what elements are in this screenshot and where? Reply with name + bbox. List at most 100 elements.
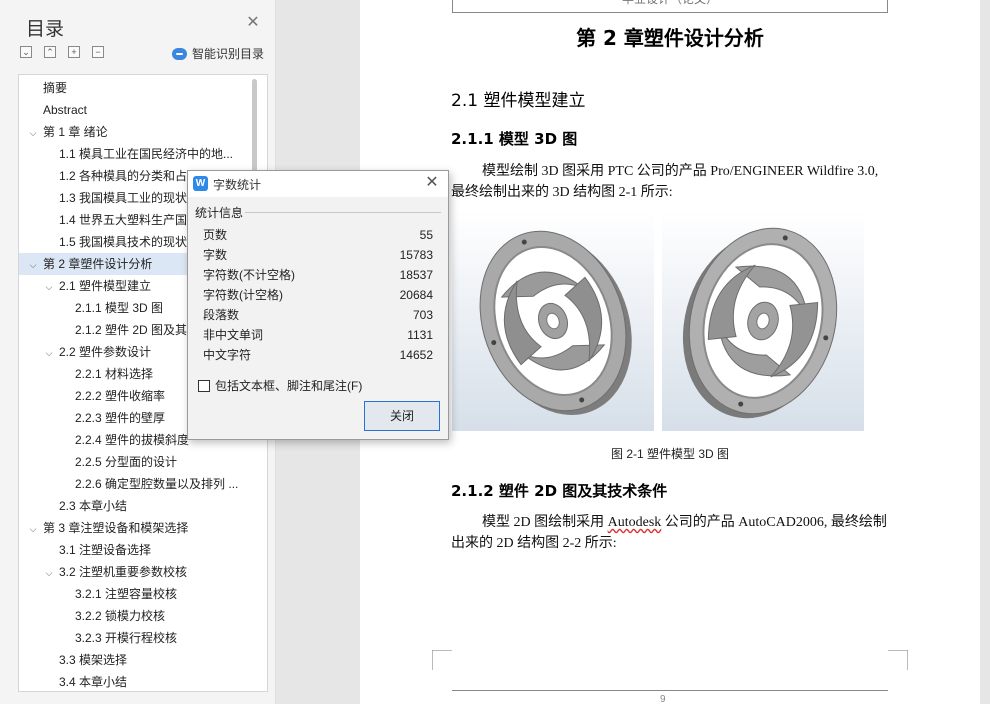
chevron-down-icon[interactable]: ⌵: [43, 562, 55, 584]
toc-item-label: 3.2 注塑机重要参数校核: [59, 565, 188, 579]
chapter-title: 第 2 章塑件设计分析: [576, 26, 764, 50]
page-header: 毕业设计（论文）: [452, 0, 888, 13]
smart-toc-label: 智能识别目录: [192, 47, 265, 61]
chevron-down-icon[interactable]: ⌵: [27, 518, 39, 540]
checkbox-icon[interactable]: [198, 379, 210, 392]
toc-item-label: 2.3 本章小结: [59, 499, 128, 513]
app-logo-icon: W: [193, 176, 208, 191]
add-heading-icon[interactable]: +: [68, 46, 80, 58]
include-textbox-checkbox[interactable]: 包括文本框、脚注和尾注(F): [198, 377, 362, 394]
figure-3d-view-1: [452, 211, 654, 431]
close-icon[interactable]: ✕: [424, 174, 440, 192]
section-heading-2-1: 2.1 塑件模型建立: [451, 91, 586, 111]
figure-3d-view-2: [662, 211, 864, 431]
chevron-down-icon[interactable]: ⌵: [27, 254, 39, 276]
toc-item-label: 2.1.2 塑件 2D 图及其: [75, 323, 188, 337]
section-heading-2-1-2: 2.1.2 塑件 2D 图及其技术条件: [451, 482, 668, 500]
toc-item-label: Abstract: [43, 103, 88, 117]
toc-item-label: 2.1 塑件模型建立: [59, 279, 152, 293]
toc-item-label: 2.2.4 塑件的拔模斜度: [75, 433, 190, 447]
stat-row: 字数 15783: [203, 245, 433, 265]
figure-caption: 图 2-1 塑件模型 3D 图: [610, 447, 730, 461]
toc-item[interactable]: 3.1 注塑设备选择: [19, 539, 255, 561]
stat-value: 14652: [399, 348, 433, 362]
page-number: 9: [660, 694, 666, 704]
stat-label: 页数: [203, 228, 228, 242]
checkbox-label: 包括文本框、脚注和尾注(F): [215, 379, 363, 393]
toc-item-label: 1.2 各种模具的分类和占: [59, 169, 188, 183]
stat-label: 段落数: [203, 308, 240, 322]
stat-label: 非中文单词: [203, 328, 264, 342]
spellcheck-flagged-word[interactable]: Autodesk: [608, 515, 662, 530]
toc-item-label: 2.1.1 模型 3D 图: [75, 301, 164, 315]
toc-item-label: 摘要: [43, 81, 68, 95]
toc-item[interactable]: 2.2.5 分型面的设计: [19, 451, 255, 473]
toc-item-label: 3.2.3 开模行程校核: [75, 631, 178, 645]
stat-value: 1131: [407, 328, 433, 342]
toc-item[interactable]: 3.2.3 开模行程校核: [19, 627, 255, 649]
chevron-down-icon[interactable]: ⌵: [27, 122, 39, 144]
toc-item-label: 3.1 注塑设备选择: [59, 543, 152, 557]
close-button[interactable]: 关闭: [364, 401, 440, 431]
word-count-dialog: W 字数统计 ✕ 统计信息 包括文本框、脚注和尾注(F) 关闭 页数 55 字数 15…: [187, 170, 449, 440]
toc-item-label: 1.1 模具工业在国民经济中的地...: [59, 147, 234, 161]
stat-row: 非中文单词 1131: [203, 325, 433, 345]
remove-heading-icon[interactable]: −: [92, 46, 104, 58]
footer-line: [452, 690, 888, 691]
toc-item[interactable]: 摘要: [19, 77, 255, 99]
section-heading-2-1-1: 2.1.1 模型 3D 图: [451, 130, 578, 148]
chevron-down-icon[interactable]: ⌵: [43, 342, 55, 364]
toc-item-label: 3.2.1 注塑容量校核: [75, 587, 178, 601]
toc-item-label: 3.4 本章小结: [59, 675, 128, 689]
expand-level-icon[interactable]: ⌃: [44, 46, 56, 58]
toc-item[interactable]: 3.4 本章小结: [19, 671, 255, 691]
toc-item-label: 1.4 世界五大塑料生产国: [59, 213, 188, 227]
toc-item[interactable]: ⌵ 3.2 注塑机重要参数校核: [19, 561, 255, 583]
stat-row: 页数 55: [203, 225, 433, 245]
toc-item[interactable]: 1.1 模具工业在国民经济中的地...: [19, 143, 255, 165]
toc-item-label: 2.2.2 塑件收缩率: [75, 389, 166, 403]
toc-item[interactable]: ⌵ 第 3 章注塑设备和模架选择: [19, 517, 255, 539]
toc-item[interactable]: 2.2.6 确定型腔数量以及排列 ...: [19, 473, 255, 495]
collapse-all-icon[interactable]: ⌄: [20, 46, 32, 58]
toc-item-label: 2.2.1 材料选择: [75, 367, 154, 381]
toc-item-label: 1.3 我国模具工业的现状: [59, 191, 188, 205]
toc-item[interactable]: 3.2.1 注塑容量校核: [19, 583, 255, 605]
wheel-drawing-right: [682, 227, 838, 419]
toc-item-label: 2.2.5 分型面的设计: [75, 455, 178, 469]
dialog-titlebar[interactable]: W 字数统计 ✕: [188, 171, 448, 197]
stat-row: 段落数 703: [203, 305, 433, 325]
stat-label: 字符数(计空格): [203, 288, 283, 302]
stat-value: 55: [419, 228, 433, 242]
stat-row: 中文字符 14652: [203, 345, 433, 365]
stat-value: 703: [412, 308, 433, 322]
stat-label: 字数: [203, 248, 228, 262]
chevron-down-icon[interactable]: ⌵: [43, 276, 55, 298]
paragraph-2d-drawing: 模型 2D 图绘制采用 Autodesk 公司的产品 AutoCAD2006, …: [451, 512, 891, 554]
stats-group-label: 统计信息: [195, 206, 244, 220]
stat-row: 字符数(不计空格) 18537: [203, 265, 433, 285]
toc-item[interactable]: 2.3 本章小结: [19, 495, 255, 517]
wheel-drawing-left: [479, 230, 632, 415]
toc-item[interactable]: 3.3 模架选择: [19, 649, 255, 671]
close-icon[interactable]: ✕: [246, 15, 260, 31]
toc-item-label: 1.5 我国模具技术的现状: [59, 235, 188, 249]
stat-value: 20684: [399, 288, 433, 302]
toc-item[interactable]: ⌵ 第 1 章 绪论: [19, 121, 255, 143]
toc-item-label: 3.3 模架选择: [59, 653, 128, 667]
toc-item-label: 第 2 章塑件设计分析: [43, 257, 153, 271]
toc-item-label: 2.2.6 确定型腔数量以及排列 ...: [75, 477, 239, 491]
stat-row: 字符数(计空格) 20684: [203, 285, 433, 305]
paragraph-text: 模型 2D 图绘制采用: [482, 515, 608, 530]
paragraph-3d-model: 模型绘制 3D 图采用 PTC 公司的产品 Pro/ENGINEER Wildf…: [451, 164, 879, 200]
toc-title: 目录: [26, 19, 65, 40]
toc-item[interactable]: Abstract: [19, 99, 255, 121]
stat-value: 18537: [399, 268, 433, 282]
cloud-icon: [172, 47, 187, 60]
toc-item[interactable]: 3.2.2 锁模力校核: [19, 605, 255, 627]
document-page: 毕业设计（论文） 第 2 章塑件设计分析 2.1 塑件模型建立 2.1.1 模型…: [360, 0, 980, 704]
crop-mark: [432, 650, 452, 670]
smart-toc-button[interactable]: 智能识别目录: [172, 45, 264, 62]
group-divider: [245, 212, 441, 213]
toc-item-label: 第 1 章 绪论: [43, 125, 108, 139]
